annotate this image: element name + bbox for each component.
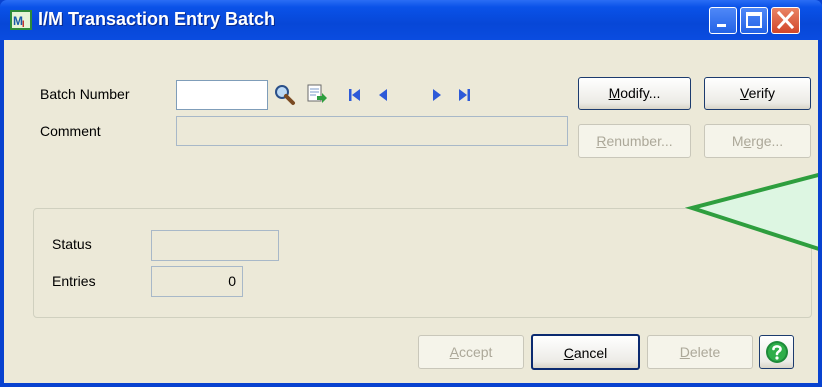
search-icon[interactable] <box>274 84 296 106</box>
minimize-icon <box>717 24 726 27</box>
modify-label-hotkey: M <box>608 85 621 101</box>
entries-field: 0 <box>151 266 243 297</box>
main-window: M I I/M Transaction Entry Batch Batch Nu… <box>0 0 822 387</box>
cancel-button[interactable]: Cancel <box>531 334 640 370</box>
status-group <box>33 208 812 318</box>
next-record-icon[interactable] <box>430 87 444 103</box>
comment-label: Comment <box>40 123 101 139</box>
batch-number-input[interactable] <box>176 80 268 110</box>
help-button[interactable] <box>759 335 794 369</box>
batch-number-label: Batch Number <box>40 86 130 102</box>
minimize-button[interactable] <box>709 7 737 34</box>
maximize-button[interactable] <box>740 7 768 34</box>
delete-button[interactable]: Delete <box>647 335 753 369</box>
accept-label-hotkey: A <box>449 344 459 360</box>
merge-button[interactable]: Merge... <box>704 124 811 158</box>
cancel-label-hotkey: C <box>563 345 574 361</box>
accept-label-rest: ccept <box>458 344 493 360</box>
maximize-icon <box>746 12 762 28</box>
merge-label-prefix: M <box>731 133 744 149</box>
renumber-label-hotkey: R <box>596 133 607 149</box>
status-label: Status <box>52 236 92 252</box>
delete-label-rest: elete <box>689 344 721 360</box>
app-icon: M I <box>10 10 32 30</box>
close-icon <box>776 10 795 30</box>
client-area: Batch Number Modify... Verify Comment Re… <box>4 40 818 383</box>
title-bar[interactable]: M I I/M Transaction Entry Batch <box>0 0 822 40</box>
delete-label-hotkey: D <box>679 344 690 360</box>
first-record-icon[interactable] <box>347 87 363 103</box>
entries-label: Entries <box>52 273 96 289</box>
verify-button[interactable]: Verify <box>704 77 811 110</box>
cancel-label-rest: ancel <box>573 345 608 361</box>
close-button[interactable] <box>771 7 800 34</box>
window-title: I/M Transaction Entry Batch <box>38 9 276 29</box>
verify-label-hotkey: V <box>739 85 749 101</box>
renumber-button[interactable]: Renumber... <box>578 124 691 158</box>
svg-text:I: I <box>22 19 25 29</box>
new-batch-icon[interactable] <box>306 83 328 105</box>
accept-button[interactable]: Accept <box>418 335 524 369</box>
modify-button[interactable]: Modify... <box>578 77 691 110</box>
verify-label-rest: erify <box>748 85 776 101</box>
previous-record-icon[interactable] <box>376 87 390 103</box>
modify-label-rest: odify... <box>620 85 661 101</box>
help-icon <box>765 341 788 363</box>
merge-label-rest: rge... <box>751 133 784 149</box>
comment-input[interactable] <box>176 116 568 146</box>
last-record-icon[interactable] <box>456 87 472 103</box>
renumber-label-rest: enumber... <box>606 133 673 149</box>
status-field <box>151 230 279 261</box>
